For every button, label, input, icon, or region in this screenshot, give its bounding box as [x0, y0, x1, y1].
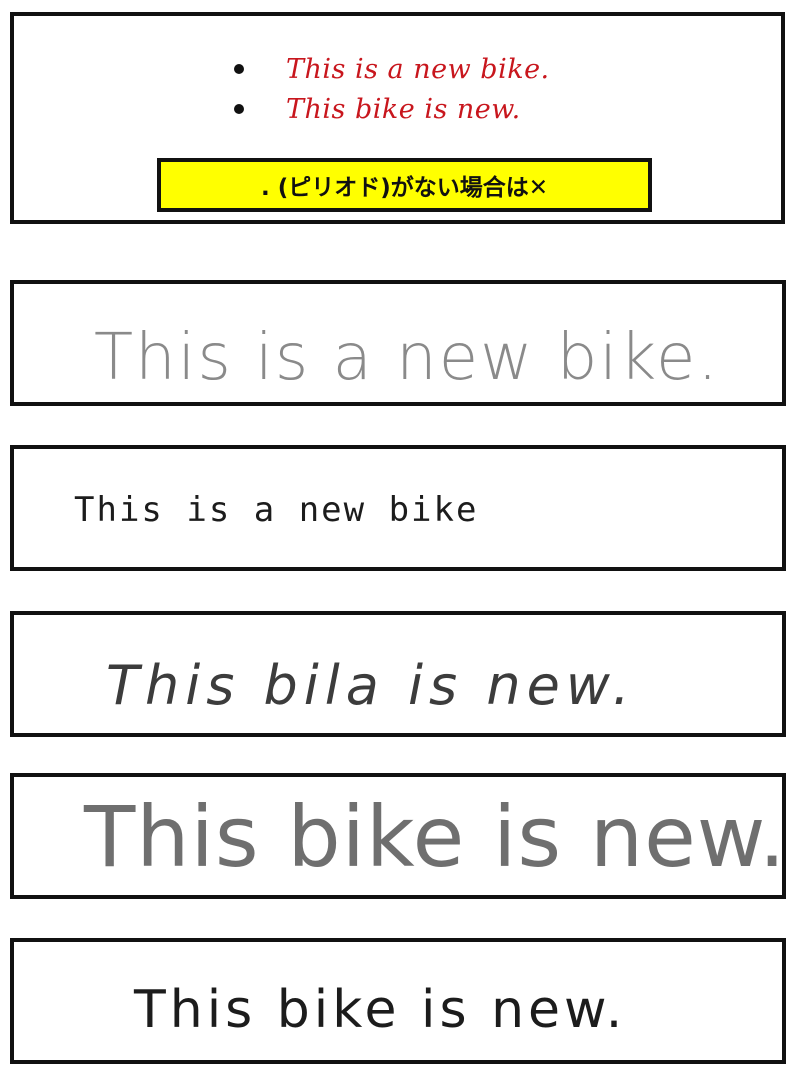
handwritten-answer: This bike is new.	[84, 788, 787, 886]
model-answer-text: This is a new bike.	[286, 53, 550, 85]
bullet-icon	[234, 64, 244, 74]
student-answer-box-2: This is a new bike	[10, 445, 786, 571]
student-answer-box-3: This bila is new.	[10, 611, 786, 737]
student-answer-box-5: This bike is new.	[10, 938, 786, 1064]
model-answer-item: This is a new bike.	[234, 52, 550, 86]
student-answer-box-1: This is a new bike.	[10, 280, 786, 406]
handwritten-answer: This is a new bike	[74, 490, 479, 530]
student-answer-box-4: This bike is new.	[10, 773, 786, 899]
period-rule-banner: . (ピリオド)がない場合は✕	[157, 158, 652, 212]
handwritten-answer: This is a new bike.	[94, 321, 720, 395]
model-answer-item: This bike is new.	[234, 92, 521, 126]
bullet-icon	[234, 104, 244, 114]
period-rule-text: . (ピリオド)がない場合は✕	[260, 175, 549, 201]
handwritten-answer: This bila is new.	[106, 654, 636, 717]
model-answer-panel: This is a new bike. This bike is new. . …	[10, 12, 785, 224]
model-answer-text: This bike is new.	[286, 93, 521, 125]
handwritten-answer: This bike is new.	[134, 980, 627, 1040]
